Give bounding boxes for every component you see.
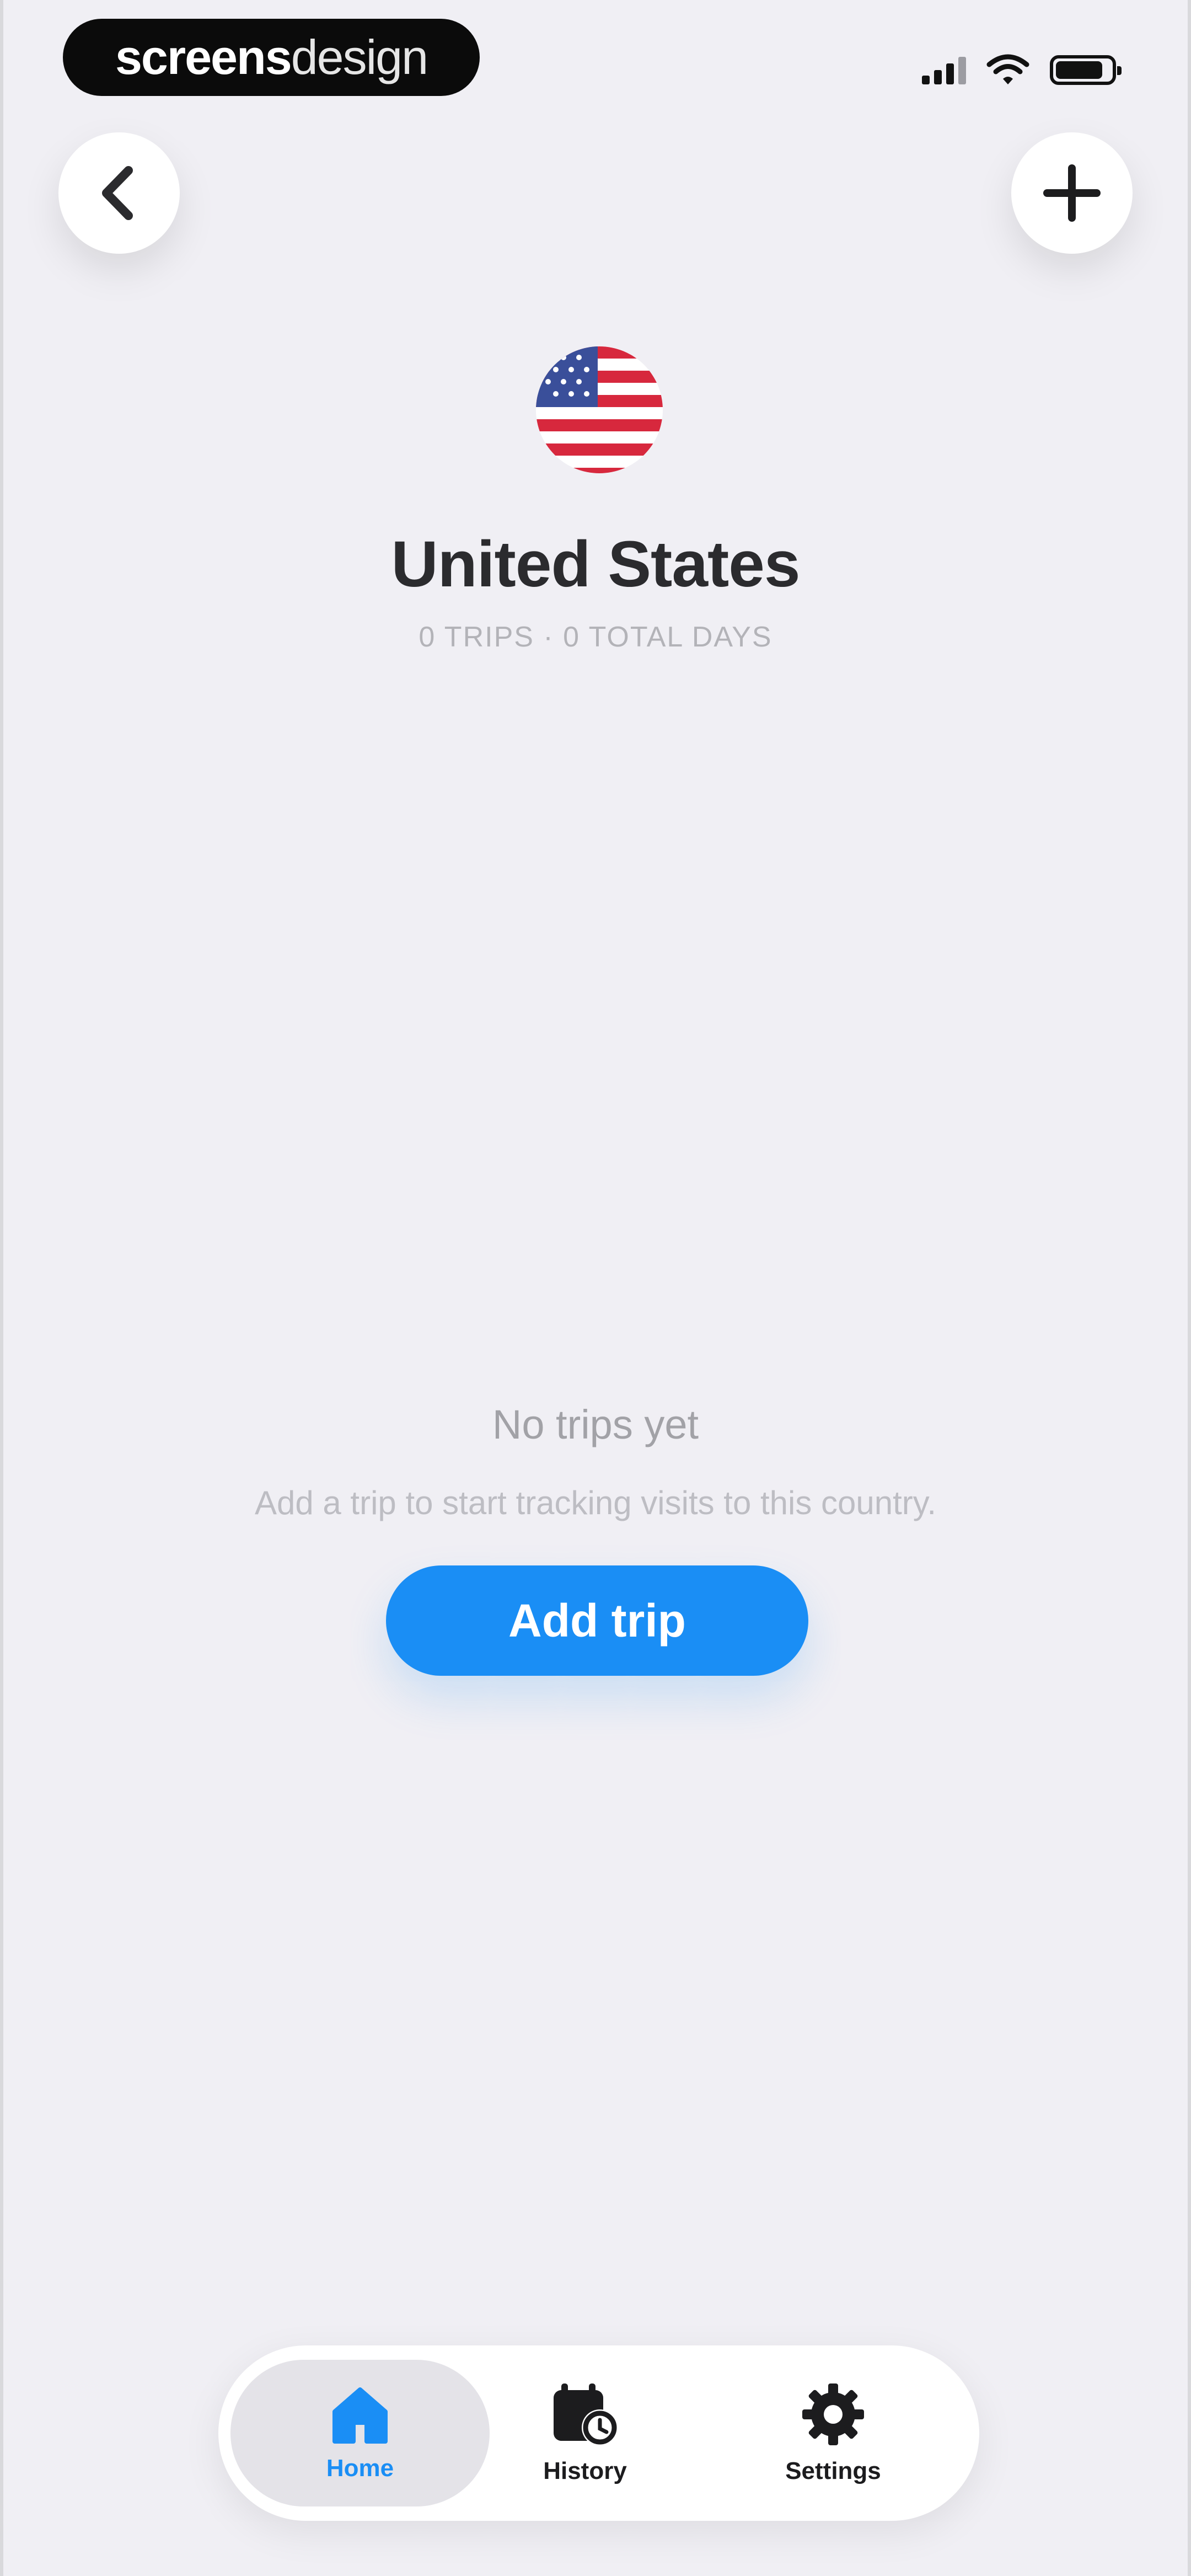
- country-detail-screen: screens design United States 0 TRIPS · 0…: [3, 0, 1188, 2576]
- tab-history[interactable]: History: [469, 2360, 701, 2506]
- tab-settings[interactable]: Settings: [701, 2360, 965, 2506]
- watermark-bold-text: screens: [115, 30, 292, 84]
- chevron-left-icon: [102, 166, 133, 220]
- add-trip-button[interactable]: Add trip: [386, 1565, 808, 1676]
- status-bar: [922, 51, 1122, 89]
- wifi-icon: [986, 54, 1029, 84]
- back-button[interactable]: [58, 132, 180, 254]
- tab-home-label: Home: [326, 2455, 394, 2482]
- tab-home[interactable]: Home: [230, 2360, 490, 2506]
- cellular-signal-icon: [922, 56, 966, 84]
- bottom-tab-bar: Home History Settings: [218, 2345, 979, 2521]
- gear-icon: [802, 2383, 864, 2445]
- empty-state-title: No trips yet: [492, 1402, 699, 1447]
- watermark-light-text: design: [291, 30, 428, 84]
- country-title: United States: [391, 528, 800, 601]
- us-flag-icon: [536, 346, 663, 473]
- add-button[interactable]: [1011, 132, 1133, 254]
- country-stats: 0 TRIPS · 0 TOTAL DAYS: [419, 621, 772, 653]
- watermark-logo: screens design: [63, 19, 480, 96]
- calendar-clock-icon: [554, 2383, 618, 2446]
- tab-settings-label: Settings: [785, 2457, 881, 2484]
- battery-icon: [1050, 55, 1122, 85]
- tab-history-label: History: [543, 2457, 627, 2484]
- home-icon: [332, 2387, 388, 2444]
- empty-state-description: Add a trip to start tracking visits to t…: [254, 1484, 937, 1521]
- plus-icon: [1043, 164, 1101, 222]
